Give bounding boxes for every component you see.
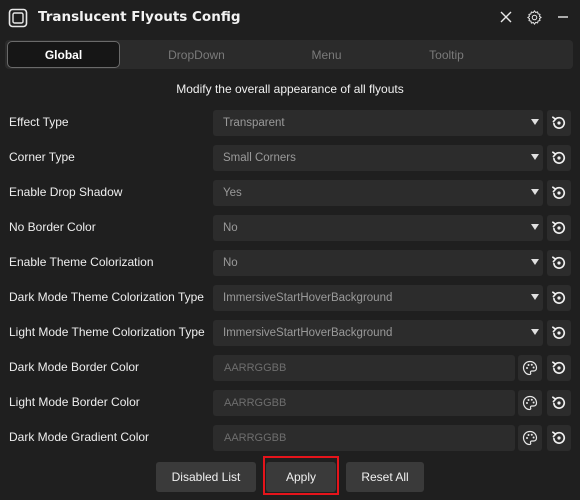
light-border-color-label: Light Mode Border Color bbox=[9, 395, 140, 409]
chevron-down-icon bbox=[531, 294, 539, 300]
reset-icon bbox=[552, 116, 566, 129]
light-colorization-type-dropdown[interactable]: ImmersiveStartHoverBackground bbox=[213, 320, 543, 346]
close-icon bbox=[500, 11, 512, 23]
tab-menu[interactable]: Menu bbox=[270, 40, 383, 69]
dark-colorization-type-value: ImmersiveStartHoverBackground bbox=[223, 292, 393, 304]
reset-icon bbox=[552, 221, 566, 234]
reset-icon bbox=[552, 256, 566, 269]
reset-button-2[interactable] bbox=[547, 145, 571, 171]
chevron-down-icon bbox=[531, 259, 539, 265]
effect-type-label: Effect Type bbox=[9, 115, 69, 129]
chevron-down-icon bbox=[531, 329, 539, 335]
theme-colorization-value: No bbox=[223, 257, 238, 269]
light-colorization-type-value: ImmersiveStartHoverBackground bbox=[223, 327, 393, 339]
reset-icon bbox=[552, 396, 566, 409]
reset-button-6[interactable] bbox=[547, 285, 571, 311]
dark-border-color-input[interactable] bbox=[213, 355, 515, 381]
gear-icon bbox=[526, 9, 542, 25]
title-bar: Translucent Flyouts Config bbox=[0, 0, 580, 34]
chevron-down-icon bbox=[531, 154, 539, 160]
no-border-color-dropdown[interactable]: No bbox=[213, 215, 543, 241]
theme-colorization-label: Enable Theme Colorization bbox=[9, 255, 154, 269]
page-description: Modify the overall appearance of all fly… bbox=[176, 82, 404, 96]
settings-button[interactable] bbox=[523, 6, 545, 28]
drop-shadow-dropdown[interactable]: Yes bbox=[213, 180, 543, 206]
chevron-down-icon bbox=[531, 224, 539, 230]
palette-icon bbox=[522, 395, 538, 411]
dark-border-color-label: Dark Mode Border Color bbox=[9, 360, 140, 374]
dark-colorization-type-dropdown[interactable]: ImmersiveStartHoverBackground bbox=[213, 285, 543, 311]
effect-type-value: Transparent bbox=[223, 117, 285, 129]
tab-dropdown[interactable]: DropDown bbox=[140, 40, 253, 69]
tab-bar: Global DropDown Menu Tooltip bbox=[5, 40, 573, 69]
dark-gradient-color-label: Dark Mode Gradient Color bbox=[9, 430, 150, 444]
minimize-icon bbox=[558, 16, 568, 18]
palette-icon bbox=[522, 430, 538, 446]
reset-button-8[interactable] bbox=[547, 355, 571, 381]
reset-button-3[interactable] bbox=[547, 180, 571, 206]
reset-icon bbox=[552, 361, 566, 374]
reset-button-9[interactable] bbox=[547, 390, 571, 416]
no-border-color-value: No bbox=[223, 222, 238, 234]
reset-button-1[interactable] bbox=[547, 110, 571, 136]
light-border-color-input[interactable] bbox=[213, 390, 515, 416]
dark-border-color-picker-button[interactable] bbox=[518, 355, 542, 381]
reset-icon bbox=[552, 291, 566, 304]
window-title: Translucent Flyouts Config bbox=[38, 9, 241, 25]
apply-button[interactable]: Apply bbox=[266, 462, 336, 492]
tab-global[interactable]: Global bbox=[7, 41, 120, 68]
effect-type-dropdown[interactable]: Transparent bbox=[213, 110, 543, 136]
reset-button-7[interactable] bbox=[547, 320, 571, 346]
drop-shadow-label: Enable Drop Shadow bbox=[9, 185, 123, 199]
light-border-color-picker-button[interactable] bbox=[518, 390, 542, 416]
reset-all-button[interactable]: Reset All bbox=[346, 462, 424, 492]
reset-button-5[interactable] bbox=[547, 250, 571, 276]
reset-icon bbox=[552, 151, 566, 164]
corner-type-dropdown[interactable]: Small Corners bbox=[213, 145, 543, 171]
theme-colorization-dropdown[interactable]: No bbox=[213, 250, 543, 276]
dark-colorization-type-label: Dark Mode Theme Colorization Type bbox=[9, 290, 204, 304]
no-border-color-label: No Border Color bbox=[9, 220, 96, 234]
app-window-icon bbox=[8, 8, 28, 28]
close-button[interactable] bbox=[495, 6, 517, 28]
drop-shadow-value: Yes bbox=[223, 187, 242, 199]
light-colorization-type-label: Light Mode Theme Colorization Type bbox=[9, 325, 205, 339]
dark-gradient-color-picker-button[interactable] bbox=[518, 425, 542, 451]
minimize-button[interactable] bbox=[552, 6, 574, 28]
reset-icon bbox=[552, 326, 566, 339]
disabled-list-button[interactable]: Disabled List bbox=[156, 462, 256, 492]
corner-type-label: Corner Type bbox=[9, 150, 75, 164]
chevron-down-icon bbox=[531, 119, 539, 125]
reset-button-4[interactable] bbox=[547, 215, 571, 241]
reset-icon bbox=[552, 186, 566, 199]
dark-gradient-color-input[interactable] bbox=[213, 425, 515, 451]
corner-type-value: Small Corners bbox=[223, 152, 296, 164]
reset-button-10[interactable] bbox=[547, 425, 571, 451]
chevron-down-icon bbox=[531, 189, 539, 195]
tab-tooltip[interactable]: Tooltip bbox=[390, 40, 503, 69]
reset-icon bbox=[552, 431, 566, 444]
palette-icon bbox=[522, 360, 538, 376]
